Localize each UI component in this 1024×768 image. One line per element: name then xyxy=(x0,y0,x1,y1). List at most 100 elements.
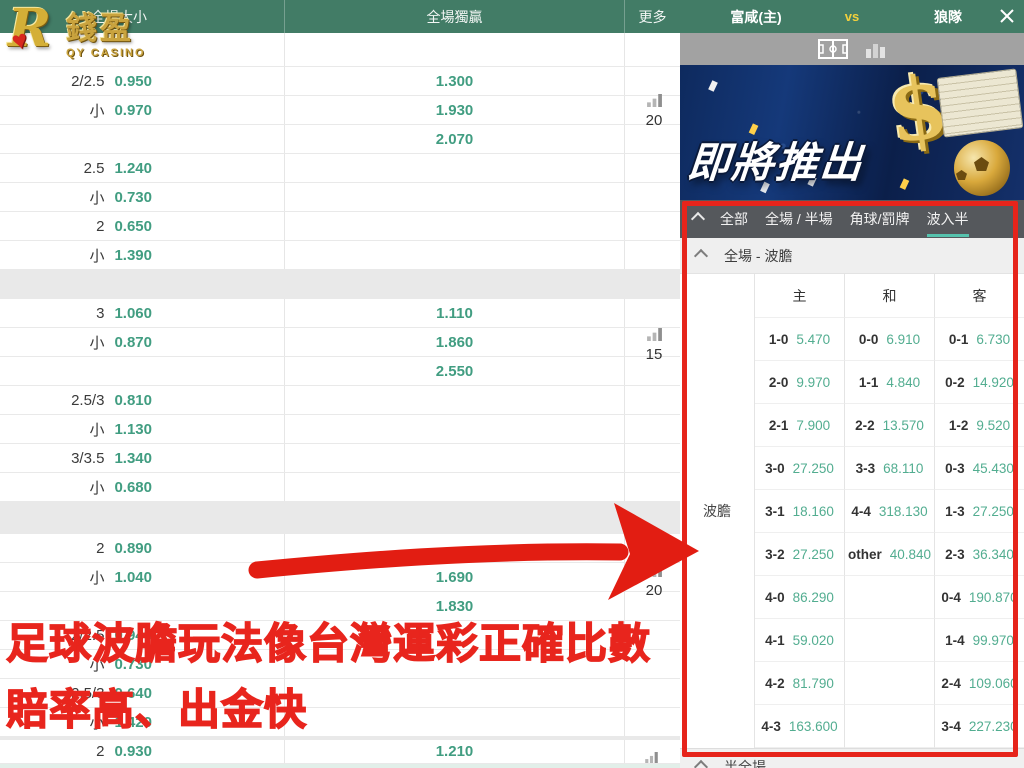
chevron-up-icon[interactable] xyxy=(690,211,706,227)
total-odds-cell[interactable]: 2 0.890 xyxy=(0,534,285,562)
score-odds-cell[interactable]: 1-3 27.250 xyxy=(935,490,1024,533)
line-label: 小 xyxy=(89,569,105,587)
score-odds-cell[interactable]: 3-3 68.110 xyxy=(845,447,935,490)
market-count-indicator[interactable]: 15 xyxy=(636,328,672,363)
score-odds-cell[interactable]: 4-2 81.790 xyxy=(755,662,845,705)
total-odds-cell[interactable]: 小 0.870 xyxy=(0,328,285,356)
win-odds-cell[interactable]: 2.550 xyxy=(285,357,625,385)
win-odds-cell[interactable]: 1.860 xyxy=(285,328,625,356)
total-odds-cell[interactable]: 小 0.730 xyxy=(0,183,285,211)
tab-3[interactable]: 波入半 xyxy=(926,202,969,237)
chevron-up-icon xyxy=(693,759,709,768)
tab-2[interactable]: 角球/罰牌 xyxy=(850,202,910,237)
market-count-indicator[interactable]: 20 xyxy=(636,94,672,129)
score-odds-value: 18.160 xyxy=(792,503,834,519)
more-cell xyxy=(625,708,680,736)
odds-row: 2 0.890 xyxy=(0,534,680,563)
score-odds-cell[interactable]: 3-0 27.250 xyxy=(755,447,845,490)
score-odds-value: 7.900 xyxy=(796,417,831,433)
line-label: 2 xyxy=(96,743,105,760)
score-odds-value: 68.110 xyxy=(883,460,924,476)
win-odds-cell xyxy=(285,386,625,414)
odds-value: 2.550 xyxy=(435,362,474,380)
more-cell xyxy=(625,183,680,211)
score-odds-cell[interactable]: 2-0 9.970 xyxy=(755,361,845,404)
score-odds-value: 14.920 xyxy=(972,374,1014,390)
total-odds-cell[interactable]: 3/3.5 1.340 xyxy=(0,444,285,472)
score-label: 2-1 xyxy=(768,417,789,433)
score-odds-cell[interactable]: 3-4 227.230 xyxy=(935,705,1024,748)
total-odds-cell[interactable]: 小 1.040 xyxy=(0,563,285,591)
total-odds-cell[interactable]: 2/2.5 0.950 xyxy=(0,67,285,95)
score-label: 2-3 xyxy=(945,546,965,562)
win-odds-cell[interactable]: 1.300 xyxy=(285,67,625,95)
signal-bars-icon xyxy=(646,564,662,577)
score-label: 1-0 xyxy=(768,331,789,347)
win-odds-cell[interactable]: 1.690 xyxy=(285,563,625,591)
score-odds-value: 190.870 xyxy=(968,589,1018,605)
score-odds-value: 27.250 xyxy=(792,460,834,476)
odds-value: 1.340 xyxy=(114,449,152,467)
win-odds-cell xyxy=(285,679,625,707)
win-odds-cell[interactable]: 2.070 xyxy=(285,125,625,153)
market-count-indicator[interactable]: 20 xyxy=(636,564,672,599)
score-odds-cell[interactable]: 0-2 14.920 xyxy=(935,361,1024,404)
total-odds-cell[interactable]: 2 0.650 xyxy=(0,212,285,240)
score-odds-value: 9.970 xyxy=(796,374,831,390)
score-odds-cell[interactable]: 0-0 6.910 xyxy=(845,318,935,361)
score-odds-cell[interactable]: 1-2 9.520 xyxy=(935,404,1024,447)
score-odds-cell[interactable]: 1-1 4.840 xyxy=(845,361,935,404)
odds-row: 3 1.060 1.110 xyxy=(0,299,680,328)
total-odds-cell[interactable]: 2.5/3 0.810 xyxy=(0,386,285,414)
odds-value: 2.070 xyxy=(435,130,474,148)
stats-bars-icon[interactable] xyxy=(865,39,887,59)
score-odds-cell[interactable]: 0-4 190.870 xyxy=(935,576,1024,619)
total-odds-cell[interactable]: 2 0.930 xyxy=(0,740,285,763)
score-odds-cell[interactable]: 2-1 7.900 xyxy=(755,404,845,447)
win-odds-cell[interactable]: 1.210 xyxy=(285,740,625,763)
score-odds-cell[interactable]: 0-1 6.730 xyxy=(935,318,1024,361)
close-icon[interactable] xyxy=(998,7,1016,25)
score-odds-cell[interactable]: 1-0 5.470 xyxy=(755,318,845,361)
total-odds-cell[interactable]: 小 1.390 xyxy=(0,241,285,269)
score-odds-cell[interactable]: 3-2 27.250 xyxy=(755,533,845,576)
score-odds-cell[interactable]: other 40.840 xyxy=(845,533,935,576)
score-odds-cell[interactable]: 1-4 99.970 xyxy=(935,619,1024,662)
line-label: 2 xyxy=(96,217,105,235)
line-label: 3 xyxy=(96,304,105,322)
score-odds-cell[interactable]: 3-1 18.160 xyxy=(755,490,845,533)
total-odds-cell[interactable]: 3 1.060 xyxy=(0,299,285,327)
tab-0[interactable]: 全部 xyxy=(720,202,748,237)
total-odds-cell[interactable]: 小 0.970 xyxy=(0,96,285,124)
win-odds-cell[interactable]: 1.930 xyxy=(285,96,625,124)
section-header-correct-score[interactable]: 全場 - 波膽 xyxy=(680,238,1024,274)
gold-soccer-ball-icon xyxy=(954,140,1010,196)
score-label: 3-0 xyxy=(765,460,785,476)
score-odds-cell[interactable]: 2-2 13.570 xyxy=(845,404,935,447)
score-label: 0-0 xyxy=(858,331,879,347)
col-header-more[interactable]: 更多 xyxy=(625,0,680,33)
tab-1[interactable]: 全場 / 半場 xyxy=(765,202,833,237)
score-odds-cell[interactable]: 2-3 36.340 xyxy=(935,533,1024,576)
more-cell xyxy=(625,33,680,66)
section-header-halftime-fulltime[interactable]: 半全場 xyxy=(680,748,1024,768)
score-odds-cell[interactable]: 2-4 109.060 xyxy=(935,662,1024,705)
odds-value: 1.390 xyxy=(114,246,152,264)
score-odds-value: 9.520 xyxy=(976,417,1011,433)
score-row: 3-1 18.160 4-4 318.130 1-3 27.250 xyxy=(755,490,1024,533)
total-odds-cell[interactable]: 小 1.130 xyxy=(0,415,285,443)
odds-row: 小 0.970 1.930 xyxy=(0,96,680,125)
market-count: 15 xyxy=(645,346,663,363)
win-odds-cell xyxy=(285,183,625,211)
score-odds-cell[interactable]: 0-3 45.430 xyxy=(935,447,1024,490)
total-odds-cell[interactable]: 2.5 1.240 xyxy=(0,154,285,182)
qy-casino-logo[interactable]: R ♥ 錢盈 QY CASINO xyxy=(6,0,146,62)
score-odds-cell[interactable]: 4-3 163.600 xyxy=(755,705,845,748)
score-odds-cell[interactable]: 4-0 86.290 xyxy=(755,576,845,619)
score-odds-cell[interactable]: 4-1 59.020 xyxy=(755,619,845,662)
total-odds-cell[interactable]: 小 0.680 xyxy=(0,473,285,501)
score-odds-cell[interactable]: 4-4 318.130 xyxy=(845,490,935,533)
win-odds-cell[interactable]: 1.110 xyxy=(285,299,625,327)
pitch-icon[interactable] xyxy=(817,38,849,60)
more-cell xyxy=(625,444,680,472)
